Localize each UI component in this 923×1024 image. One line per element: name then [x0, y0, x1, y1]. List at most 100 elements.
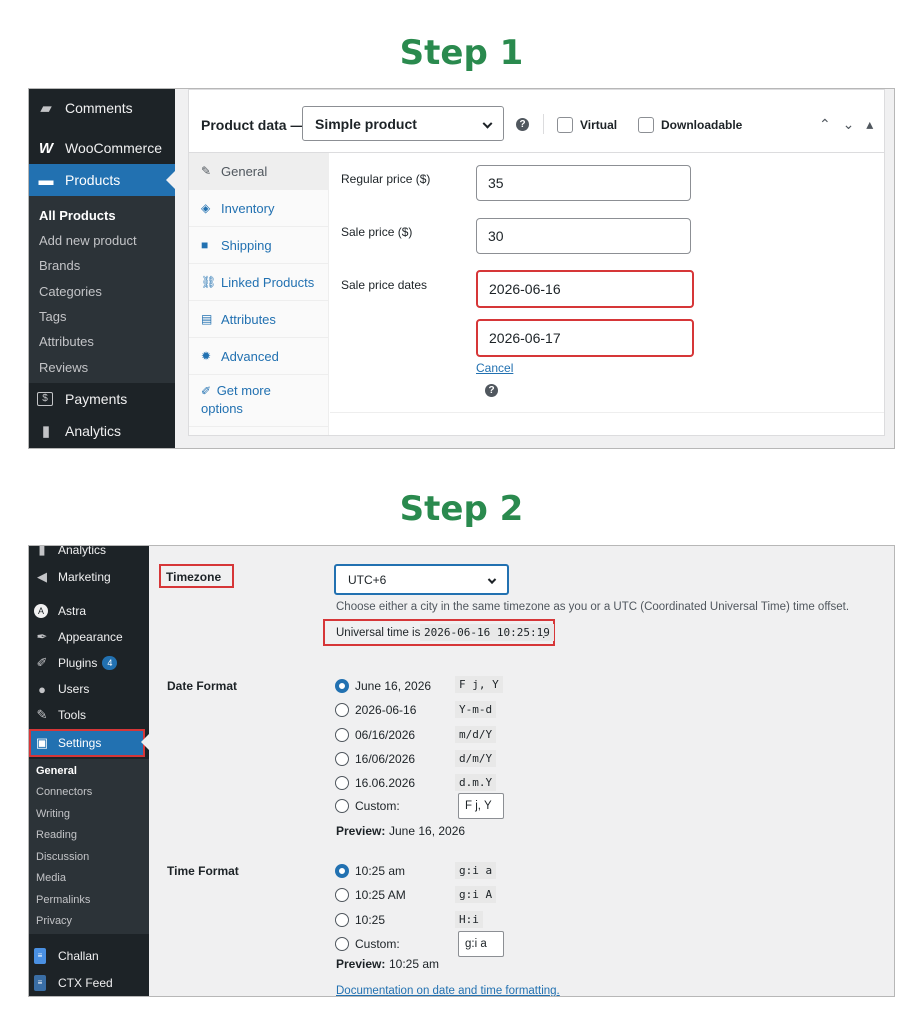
time-preview-value: 10:25 am [389, 957, 440, 971]
time-format-code-2: H:i [455, 911, 483, 928]
menu-plugins[interactable]: ✐ Plugins 4 [29, 654, 149, 672]
menu-analytics[interactable]: ▮ Analytics [29, 420, 175, 442]
downloadable-label: Downloadable [661, 118, 743, 132]
tab-label: Attributes [221, 311, 276, 327]
tab-linked-products[interactable]: ⛓ Linked Products [189, 264, 328, 301]
tab-advanced[interactable]: ✹ Advanced [189, 338, 328, 375]
gear-icon: ✹ [201, 349, 212, 363]
menu-woocommerce[interactable]: W WooCommerce [29, 137, 175, 159]
tab-label-line2: options [201, 401, 243, 416]
time-format-radio-2[interactable] [335, 913, 349, 927]
menu-appearance[interactable]: ✒ Appearance [29, 628, 149, 646]
date-format-code-2: m/d/Y [455, 726, 497, 743]
product-data-header: Product data — Simple product ? Virtual … [189, 90, 884, 153]
admin-sidebar: ▮ Analytics ◀ Marketing A Astra ✒ Appear… [29, 546, 149, 996]
user-icon: ● [38, 681, 46, 697]
date-format-option-0: June 16, 2026 [355, 679, 432, 693]
time-preview-label: Preview: [336, 957, 386, 971]
submenu-connectors[interactable]: Connectors [36, 786, 92, 798]
date-format-radio-2[interactable] [335, 728, 349, 742]
menu-settings[interactable]: ▣ Settings [29, 729, 145, 757]
tab-label: Inventory [221, 200, 275, 216]
submenu-tags[interactable]: Tags [39, 309, 66, 324]
menu-label: Analytics [65, 423, 122, 439]
menu-ctx-feed[interactable]: ≡ CTX Feed [29, 974, 149, 992]
time-format-radio-0[interactable] [335, 864, 349, 878]
virtual-checkbox[interactable] [557, 117, 573, 133]
menu-comments[interactable]: ▰ Comments [29, 97, 175, 119]
tab-inventory[interactable]: ◈ Inventory [189, 190, 328, 227]
date-format-radio-3[interactable] [335, 752, 349, 766]
active-menu-notch [141, 734, 149, 750]
paintbrush-icon: ✒ [36, 629, 48, 644]
menu-analytics[interactable]: ▮ Analytics [29, 545, 149, 557]
menu-label: Comments [65, 100, 133, 116]
product-type-select[interactable]: Simple product [302, 106, 504, 141]
regular-price-input[interactable]: 35 [476, 165, 691, 201]
date-format-radio-0[interactable] [335, 679, 349, 693]
settings-submenu: General Connectors Writing Reading Discu… [29, 759, 149, 934]
date-format-code-1: Y-m-d [455, 701, 497, 718]
menu-products[interactable]: ▬ Products [29, 164, 175, 196]
date-format-custom-input[interactable]: F j, Y [458, 793, 504, 819]
general-tab-content: Regular price ($) 35 Sale price ($) 30 S… [330, 153, 884, 435]
timezone-select[interactable]: UTC+6 [334, 564, 509, 595]
menu-tools[interactable]: ✎ Tools [29, 706, 149, 724]
tab-shipping[interactable]: ■ Shipping [189, 227, 328, 264]
submenu-attributes[interactable]: Attributes [39, 334, 94, 349]
menu-marketing[interactable]: ◀ Marketing [29, 568, 149, 586]
time-format-radio-1[interactable] [335, 888, 349, 902]
tab-get-more-options[interactable]: ✐ Get more options [189, 375, 328, 427]
woocommerce-icon: W [38, 139, 54, 157]
comment-icon: ▰ [40, 100, 52, 117]
sale-price-input[interactable]: 30 [476, 218, 691, 254]
submenu-brands[interactable]: Brands [39, 258, 80, 273]
submenu-media[interactable]: Media [36, 872, 66, 884]
help-icon[interactable]: ? [485, 384, 498, 397]
date-format-radio-1[interactable] [335, 703, 349, 717]
menu-label: Challan [58, 949, 99, 963]
time-format-custom-label: Custom: [355, 937, 400, 951]
help-icon[interactable]: ? [516, 118, 529, 131]
menu-challan[interactable]: ≡ Challan [29, 947, 149, 965]
menu-label: Payments [65, 391, 128, 407]
cancel-link[interactable]: Cancel [476, 361, 513, 375]
menu-payments[interactable]: $ Payments [29, 388, 175, 410]
downloadable-checkbox[interactable] [638, 117, 654, 133]
submenu-all-products[interactable]: All Products [39, 208, 116, 223]
menu-label: Marketing [58, 570, 111, 584]
megaphone-icon: ◀ [37, 569, 47, 584]
tab-label: General [221, 163, 268, 179]
submenu-discussion[interactable]: Discussion [36, 851, 89, 863]
universal-time-prefix: Universal time is [336, 627, 421, 639]
tab-attributes[interactable]: ▤ Attributes [189, 301, 328, 338]
panel-controls[interactable]: ⌃ ⌄ ▴ [819, 116, 877, 133]
sale-date-to-input[interactable]: 2026-06-17 [476, 319, 694, 357]
date-format-radio-custom[interactable] [335, 799, 349, 813]
time-format-radio-custom[interactable] [335, 937, 349, 951]
date-format-radio-4[interactable] [335, 776, 349, 790]
submenu-add-new-product[interactable]: Add new product [39, 233, 137, 248]
date-time-docs-link[interactable]: Documentation on date and time formattin… [336, 985, 560, 996]
product-type-value: Simple product [315, 115, 417, 132]
step-2-screenshot: ▮ Analytics ◀ Marketing A Astra ✒ Appear… [28, 545, 895, 997]
truck-icon: ■ [201, 238, 209, 252]
submenu-reviews[interactable]: Reviews [39, 360, 88, 375]
menu-label: Analytics [58, 545, 107, 557]
submenu-reading[interactable]: Reading [36, 829, 77, 841]
submenu-writing[interactable]: Writing [36, 808, 70, 820]
date-format-label: Date Format [167, 679, 238, 693]
plugin-icon: ✐ [36, 655, 48, 670]
submenu-privacy[interactable]: Privacy [36, 915, 72, 927]
tab-general[interactable]: ✎ General [189, 153, 328, 190]
menu-astra[interactable]: A Astra [29, 602, 149, 620]
submenu-general[interactable]: General [36, 765, 77, 777]
menu-label: CTX Feed [58, 976, 113, 990]
menu-label: Users [58, 682, 90, 696]
sale-date-from-input[interactable]: 2026-06-16 [476, 270, 694, 308]
menu-users[interactable]: ● Users [29, 680, 149, 698]
submenu-categories[interactable]: Categories [39, 284, 102, 299]
submenu-permalinks[interactable]: Permalinks [36, 894, 90, 906]
divider [543, 114, 544, 134]
time-format-custom-input[interactable]: g:i a [458, 931, 504, 957]
